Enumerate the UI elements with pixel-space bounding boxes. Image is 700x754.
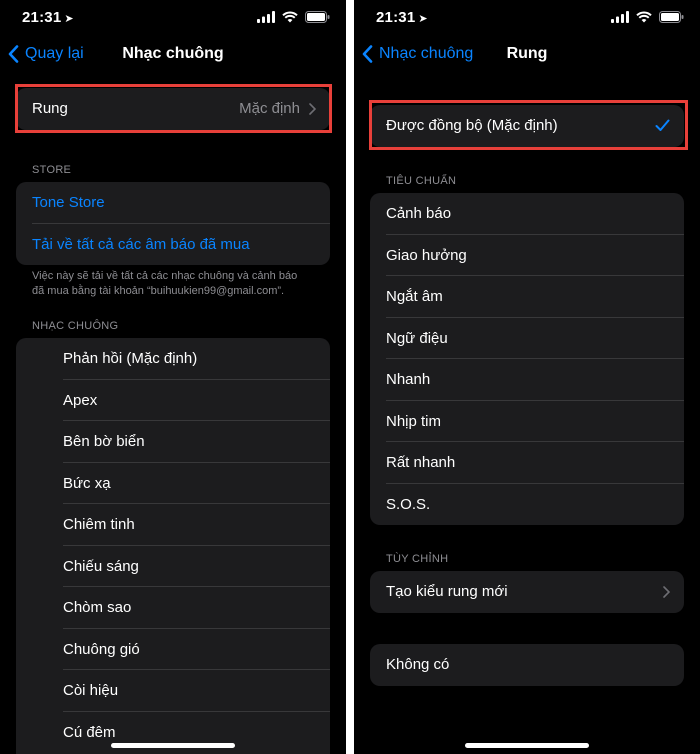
- ringtone-item[interactable]: Apex: [16, 380, 330, 421]
- location-arrow-icon: ➤: [418, 13, 428, 25]
- navigation-bar: Quay lại Nhạc chuông: [0, 38, 346, 72]
- custom-group: Tạo kiểu rung mới: [370, 571, 684, 613]
- none-group: Không có: [370, 644, 684, 686]
- status-bar: 21:31 ➤: [0, 0, 346, 36]
- ringtone-label: Bức xạ: [63, 474, 111, 492]
- ringtone-item[interactable]: Còi hiệu: [16, 670, 330, 712]
- location-arrow-icon: ➤: [64, 13, 74, 25]
- status-time: 21:31 ➤: [22, 9, 74, 26]
- vibration-pattern-item[interactable]: S.O.S.: [370, 484, 684, 526]
- wifi-icon: [636, 11, 652, 23]
- custom-header: TÙY CHỈNH: [386, 553, 449, 565]
- signal-icon: [611, 11, 629, 23]
- highlight-box: [369, 100, 688, 150]
- home-indicator: [111, 743, 235, 748]
- navigation-bar: Nhạc chuông Rung: [354, 38, 700, 72]
- none-option-label: Không có: [386, 656, 450, 674]
- pattern-label: Ngữ điệu: [386, 329, 448, 347]
- vibration-pattern-item[interactable]: Cảnh báo: [370, 193, 684, 235]
- ringtone-label: Bên bờ biển: [63, 433, 145, 451]
- vibration-pattern-item[interactable]: Ngữ điệu: [370, 318, 684, 359]
- pattern-label: Nhịp tim: [386, 412, 442, 430]
- vibration-pattern-item[interactable]: Rất nhanh: [370, 442, 684, 484]
- ringtone-item[interactable]: Chòm sao: [16, 587, 330, 629]
- store-footer: Việc này sẽ tải về tất cả các nhạc chuôn…: [32, 269, 320, 299]
- highlight-box: [15, 84, 332, 133]
- ringtone-label: Chuông gió: [63, 640, 140, 658]
- standard-header: TIÊU CHUẨN: [386, 175, 457, 187]
- wifi-icon: [282, 11, 298, 23]
- page-title: Nhạc chuông: [122, 45, 224, 62]
- home-indicator: [465, 743, 589, 748]
- pattern-label: Ngắt âm: [386, 288, 443, 306]
- ringtone-item[interactable]: Chiêm tinh: [16, 504, 330, 546]
- ringtone-label: Cú đêm: [63, 723, 116, 741]
- battery-icon: [305, 11, 330, 23]
- ringtones-header: NHẠC CHUÔNG: [32, 320, 119, 332]
- store-header: STORE: [32, 164, 72, 176]
- page-title: Rung: [506, 45, 548, 62]
- tone-store-row[interactable]: Tone Store: [16, 182, 330, 224]
- vibration-pattern-item[interactable]: Giao hưởng: [370, 235, 684, 276]
- ringtone-item[interactable]: Chiếu sáng: [16, 546, 330, 587]
- ringtone-label: Phản hồi (Mặc định): [63, 350, 198, 368]
- ringtone-item[interactable]: Phản hồi (Mặc định): [16, 338, 330, 380]
- ringtone-label: Còi hiệu: [63, 682, 119, 700]
- pattern-label: Nhanh: [386, 371, 431, 389]
- store-footer-line2: đã mua bằng tài khoản “buihuukien99@gmai…: [32, 285, 285, 297]
- pattern-label: Cảnh báo: [386, 205, 452, 223]
- status-time: 21:31 ➤: [376, 9, 428, 26]
- pattern-label: S.O.S.: [386, 495, 431, 513]
- store-footer-line1: Việc này sẽ tải về tất cả các nhạc chuôn…: [32, 270, 298, 282]
- download-all-row[interactable]: Tải về tất cả các âm báo đã mua: [16, 224, 330, 266]
- ringtone-label: Chiếu sáng: [63, 557, 139, 575]
- ringtone-label: Chòm sao: [63, 599, 132, 617]
- ringtone-item[interactable]: Bức xạ: [16, 463, 330, 504]
- none-option-row[interactable]: Không có: [370, 644, 684, 686]
- ringtone-settings-screen: 21:31 ➤ Quay lại Nhạc chuông Rung Mặc địn…: [0, 0, 346, 754]
- ringtone-item[interactable]: Bên bờ biển: [16, 421, 330, 463]
- signal-icon: [257, 11, 275, 23]
- ringtone-item[interactable]: Chuông gió: [16, 629, 330, 670]
- vibration-pattern-item[interactable]: Ngắt âm: [370, 276, 684, 318]
- ringtone-label: Apex: [63, 391, 98, 409]
- standard-group: Cảnh báo Giao hưởng Ngắt âm Ngữ điệu Nha…: [370, 193, 684, 525]
- vibration-settings-screen: 21:31 ➤ Nhạc chuông Rung Được đồng bộ (Mặ…: [354, 0, 700, 754]
- pattern-label: Rất nhanh: [386, 454, 456, 472]
- create-vibration-row[interactable]: Tạo kiểu rung mới: [370, 571, 684, 613]
- vibration-pattern-item[interactable]: Nhịp tim: [370, 401, 684, 442]
- ringtone-label: Chiêm tinh: [63, 516, 135, 534]
- download-all-label: Tải về tất cả các âm báo đã mua: [32, 235, 250, 253]
- ringtones-list: Phản hồi (Mặc định) Apex Bên bờ biển Bức…: [16, 338, 330, 754]
- status-bar: 21:31 ➤: [354, 0, 700, 36]
- pattern-label: Giao hưởng: [386, 246, 467, 264]
- chevron-right-icon: [663, 585, 670, 598]
- tone-store-label: Tone Store: [32, 194, 105, 212]
- create-vibration-label: Tạo kiểu rung mới: [386, 583, 508, 601]
- vibration-pattern-item[interactable]: Nhanh: [370, 359, 684, 401]
- battery-icon: [659, 11, 684, 23]
- store-group: Tone Store Tải về tất cả các âm báo đã m…: [16, 182, 330, 265]
